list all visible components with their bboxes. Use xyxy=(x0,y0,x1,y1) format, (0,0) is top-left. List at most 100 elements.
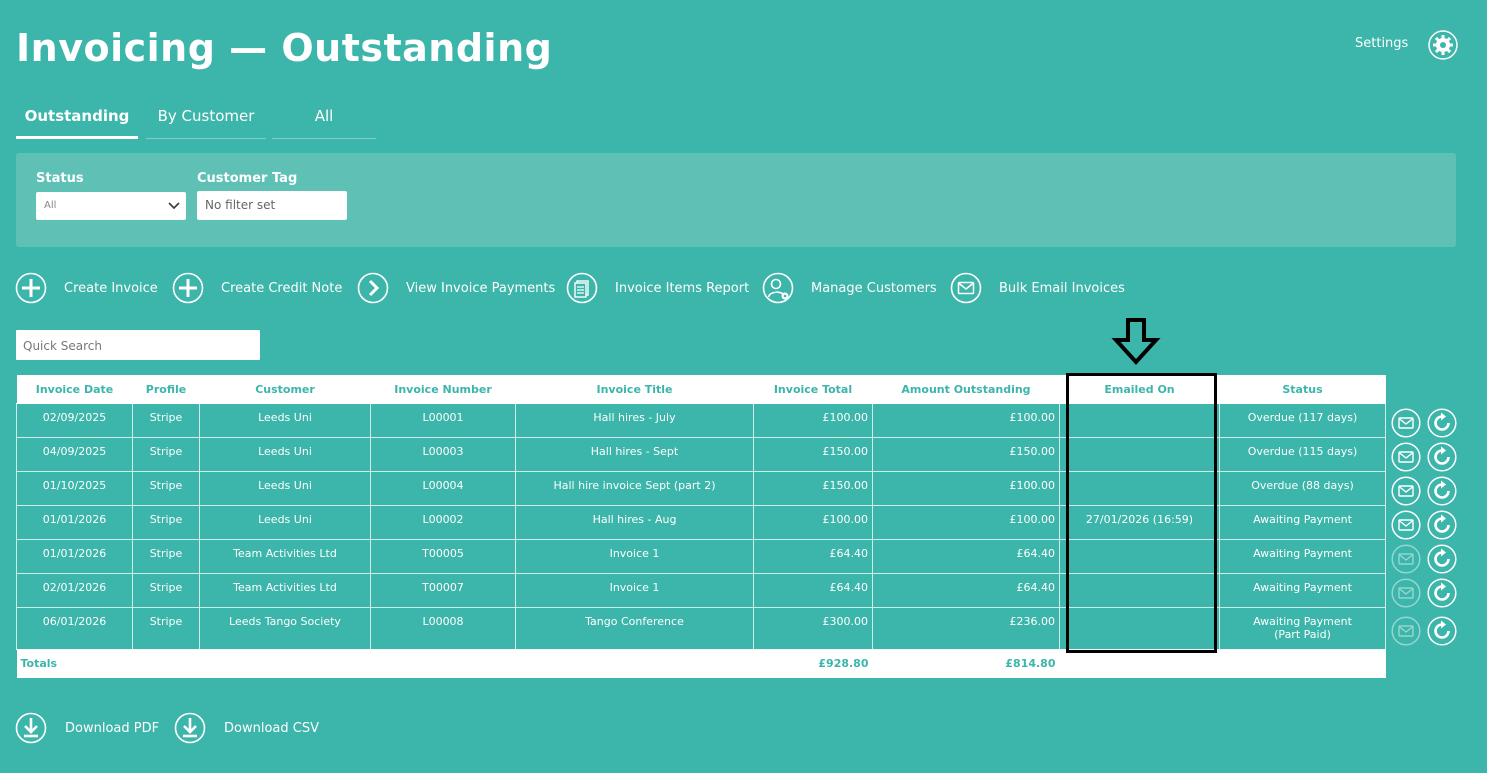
cell-amount-outstanding: £64.40 xyxy=(872,539,1060,574)
cell-invoice-number: T00007 xyxy=(370,573,516,608)
manage-customers-button[interactable]: Manage Customers xyxy=(762,272,937,304)
col-invoice-number[interactable]: Invoice Number xyxy=(370,375,516,404)
create-credit-note-button[interactable]: Create Credit Note xyxy=(172,272,342,304)
download-pdf-label: Download PDF xyxy=(65,720,160,736)
refresh-icon[interactable] xyxy=(1427,475,1457,506)
cell-status: Awaiting Payment xyxy=(1219,505,1386,540)
download-csv-button[interactable]: Download CSV xyxy=(174,712,319,744)
view-invoice-payments-label: View Invoice Payments xyxy=(406,280,556,296)
cell-date: 02/01/2026 xyxy=(16,573,133,608)
cell-date: 01/10/2025 xyxy=(16,471,133,506)
cell-invoice-title: Tango Conference xyxy=(515,607,754,650)
cell-invoice-total: £100.00 xyxy=(753,505,873,540)
down-arrow-icon xyxy=(1111,318,1161,365)
tab-by-customer[interactable]: By Customer xyxy=(146,100,266,139)
cell-invoice-total: £100.00 xyxy=(753,403,873,438)
quick-search-input[interactable] xyxy=(21,331,255,361)
cell-invoice-title: Hall hires - Aug xyxy=(515,505,754,540)
cell-invoice-number: L00004 xyxy=(370,471,516,506)
cell-invoice-total: £64.40 xyxy=(753,539,873,574)
bulk-email-invoices-label: Bulk Email Invoices xyxy=(999,280,1125,296)
emailed-on-highlight-box xyxy=(1066,373,1217,653)
cell-invoice-number: L00002 xyxy=(370,505,516,540)
status-sub-line: (Part Paid) xyxy=(1274,628,1331,641)
download-pdf-button[interactable]: Download PDF xyxy=(15,712,159,744)
cell-date: 02/09/2025 xyxy=(16,403,133,438)
bulk-email-invoices-button[interactable]: Bulk Email Invoices xyxy=(950,272,1125,304)
gear-icon[interactable] xyxy=(1428,30,1458,60)
cell-invoice-title: Hall hires - Sept xyxy=(515,437,754,472)
cell-profile: Stripe xyxy=(132,573,200,608)
chevron-down-icon xyxy=(168,202,180,210)
report-icon xyxy=(566,272,598,304)
settings-link[interactable]: Settings xyxy=(1355,36,1408,51)
download-csv-label: Download CSV xyxy=(224,720,319,736)
cell-customer: Leeds Uni xyxy=(199,505,371,540)
cell-status: Overdue (88 days) xyxy=(1219,471,1386,506)
refresh-icon[interactable] xyxy=(1427,577,1457,608)
invoice-items-report-button[interactable]: Invoice Items Report xyxy=(566,272,749,304)
col-profile[interactable]: Profile xyxy=(132,375,200,404)
status-select[interactable]: All xyxy=(36,192,186,220)
cell-invoice-title: Hall hires - July xyxy=(515,403,754,438)
email-invoice-icon[interactable] xyxy=(1391,615,1421,646)
cell-amount-outstanding: £236.00 xyxy=(872,607,1060,650)
refresh-icon[interactable] xyxy=(1427,441,1457,472)
customer-tag-value: No filter set xyxy=(205,198,276,212)
refresh-icon[interactable] xyxy=(1427,543,1457,574)
quick-search xyxy=(16,330,260,361)
cell-invoice-total: £64.40 xyxy=(753,573,873,608)
tab-outstanding[interactable]: Outstanding xyxy=(16,100,138,139)
cell-profile: Stripe xyxy=(132,539,200,574)
cell-amount-outstanding: £100.00 xyxy=(872,471,1060,506)
refresh-icon[interactable] xyxy=(1427,407,1457,438)
create-invoice-button[interactable]: Create Invoice xyxy=(15,272,158,304)
email-invoice-icon[interactable] xyxy=(1391,441,1421,472)
plus-circle-icon xyxy=(172,272,204,304)
col-invoice-total[interactable]: Invoice Total xyxy=(753,375,873,404)
tab-all[interactable]: All xyxy=(272,100,376,139)
cell-invoice-total: £150.00 xyxy=(753,437,873,472)
cell-date: 04/09/2025 xyxy=(16,437,133,472)
col-amount-outstanding[interactable]: Amount Outstanding xyxy=(872,375,1060,404)
status-line: Awaiting Payment xyxy=(1253,615,1352,628)
cell-date: 01/01/2026 xyxy=(16,539,133,574)
customer-tag-input[interactable]: No filter set xyxy=(197,191,347,220)
col-status[interactable]: Status xyxy=(1219,375,1386,404)
col-customer[interactable]: Customer xyxy=(199,375,371,404)
cell-customer: Team Activities Ltd xyxy=(199,573,371,608)
email-invoice-icon[interactable] xyxy=(1391,407,1421,438)
col-invoice-date[interactable]: Invoice Date xyxy=(16,375,133,404)
cell-status: Overdue (115 days) xyxy=(1219,437,1386,472)
cell-profile: Stripe xyxy=(132,437,200,472)
totals-invoice-total: £928.80 xyxy=(753,649,873,678)
email-invoice-icon[interactable] xyxy=(1391,475,1421,506)
totals-label: Totals xyxy=(16,649,133,678)
email-invoice-icon[interactable] xyxy=(1391,577,1421,608)
view-invoice-payments-button[interactable]: View Invoice Payments xyxy=(357,272,555,304)
cell-amount-outstanding: £100.00 xyxy=(872,403,1060,438)
download-circle-icon xyxy=(174,712,206,744)
manage-customers-label: Manage Customers xyxy=(811,280,937,296)
cell-amount-outstanding: £150.00 xyxy=(872,437,1060,472)
cell-invoice-number: T00005 xyxy=(370,539,516,574)
refresh-icon[interactable] xyxy=(1427,509,1457,540)
invoice-items-report-label: Invoice Items Report xyxy=(615,280,750,296)
cell-invoice-title: Hall hire invoice Sept (part 2) xyxy=(515,471,754,506)
envelope-circle-icon xyxy=(950,272,982,304)
cell-status: Awaiting Payment xyxy=(1219,573,1386,608)
cell-customer: Team Activities Ltd xyxy=(199,539,371,574)
status-filter-label: Status xyxy=(36,171,84,186)
download-circle-icon xyxy=(15,712,47,744)
cell-profile: Stripe xyxy=(132,607,200,650)
col-invoice-title[interactable]: Invoice Title xyxy=(515,375,754,404)
refresh-icon[interactable] xyxy=(1427,615,1457,646)
cell-invoice-number: L00001 xyxy=(370,403,516,438)
create-invoice-label: Create Invoice xyxy=(64,280,158,296)
cell-customer: Leeds Uni xyxy=(199,403,371,438)
cell-invoice-number: L00003 xyxy=(370,437,516,472)
email-invoice-icon[interactable] xyxy=(1391,509,1421,540)
cell-invoice-total: £150.00 xyxy=(753,471,873,506)
email-invoice-icon[interactable] xyxy=(1391,543,1421,574)
cell-customer: Leeds Tango Society xyxy=(199,607,371,650)
